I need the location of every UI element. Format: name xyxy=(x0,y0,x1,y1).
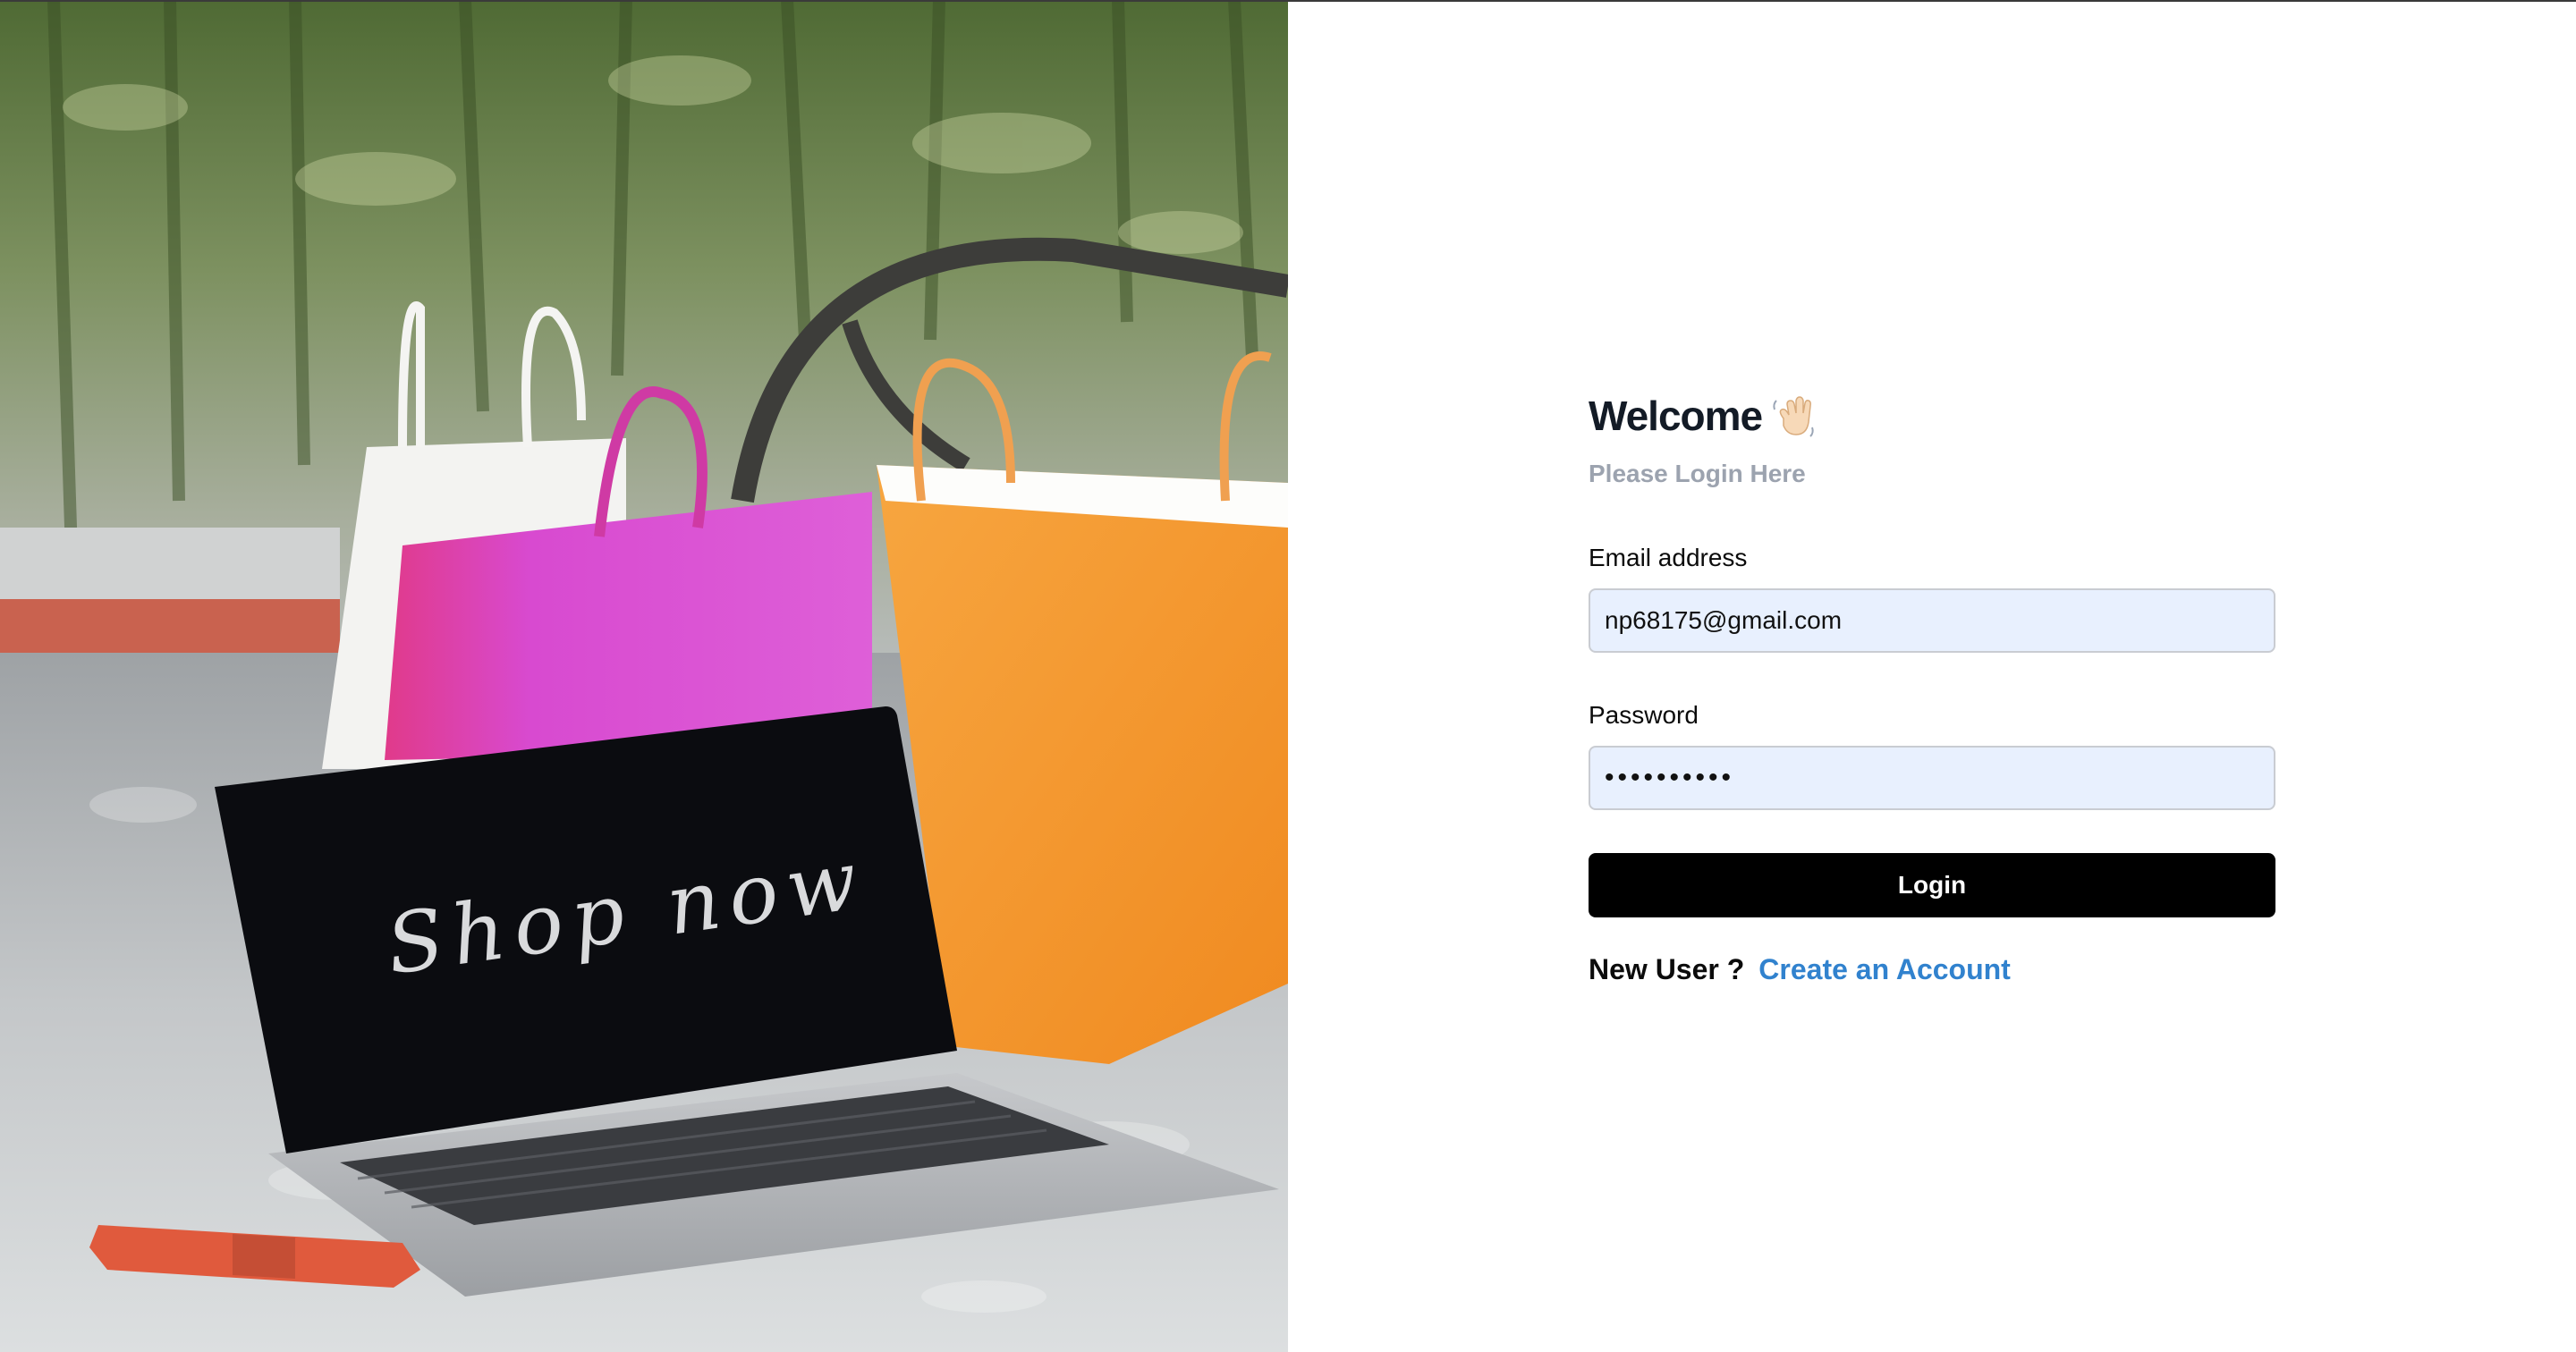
signup-prompt: New User ? Create an Account xyxy=(1589,953,2275,986)
email-field[interactable] xyxy=(1589,588,2275,653)
welcome-heading: Welcome xyxy=(1589,388,2275,444)
email-label: Email address xyxy=(1589,544,1748,571)
page-title: Welcome xyxy=(1589,393,1763,439)
login-page: Shop now Welcome Please Login Here Email… xyxy=(0,0,2576,1352)
hero-photo: Shop now xyxy=(0,0,1288,1352)
login-form: Welcome Please Login Here Email address … xyxy=(1589,388,2275,986)
password-field[interactable] xyxy=(1589,746,2275,810)
login-panel: Welcome Please Login Here Email address … xyxy=(1288,0,2576,1352)
password-label: Password xyxy=(1589,701,1699,729)
login-button[interactable]: Login xyxy=(1589,853,2275,917)
window-top-border xyxy=(0,0,2576,2)
create-account-link[interactable]: Create an Account xyxy=(1758,953,2011,986)
page-subtitle: Please Login Here xyxy=(1589,460,1806,487)
new-user-text: New User ? xyxy=(1589,953,1745,985)
shopping-bags-laptop-photo: Shop now xyxy=(0,0,1288,1352)
waving-hand-icon xyxy=(1769,392,1818,440)
